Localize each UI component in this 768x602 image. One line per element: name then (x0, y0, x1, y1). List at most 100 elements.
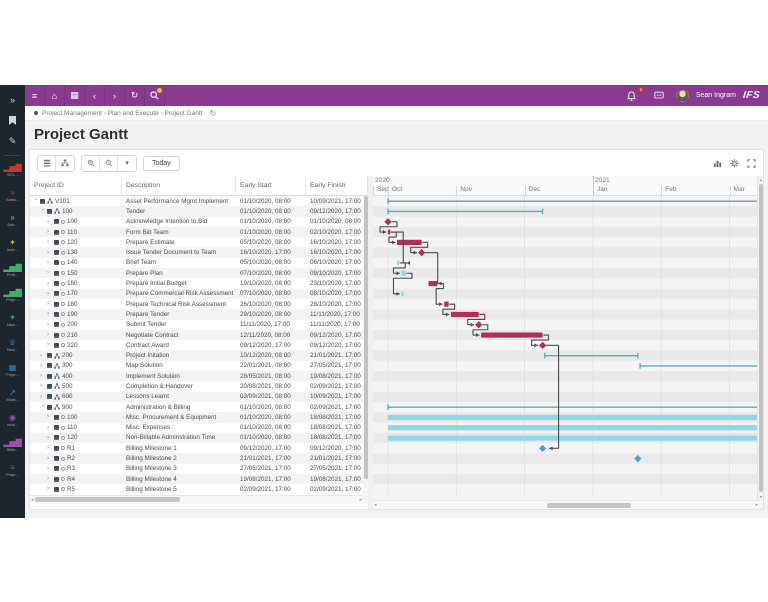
breadcrumb-home-icon[interactable] (34, 111, 38, 115)
breadcrumb-item[interactable]: Project Gantt (165, 110, 203, 117)
hierarchy-view-button[interactable] (56, 156, 74, 171)
table-row[interactable]: ›170Prepare Commercial Risk Assessment07… (30, 289, 368, 299)
column-header[interactable]: Early Start (236, 176, 306, 195)
table-row[interactable]: ›160Prepare Initial Budget19/10/2020, 08… (30, 278, 368, 288)
sidebar-item-lobby-sub[interactable]: »Sub... (3, 208, 21, 233)
table-row[interactable]: ›150Prepare Plan07/10/2020, 08:0009/10/2… (30, 268, 368, 278)
notifications-bell-icon[interactable]: 8 (622, 85, 642, 106)
table-row[interactable]: ›190Prepare Tender29/10/2020, 08:0011/11… (30, 309, 368, 319)
expand-chevron-icon[interactable]: › (47, 476, 52, 482)
expand-chevron-icon[interactable]: › (40, 394, 45, 400)
table-row[interactable]: ›R5Billing Milestone 502/09/2021, 17:000… (30, 484, 368, 494)
table-row[interactable]: ›100Misc. Procurement & Equipment01/10/2… (30, 412, 368, 422)
table-row[interactable]: ›220Contract Award09/12/2020, 17:0009/12… (30, 340, 368, 350)
task-bar[interactable] (451, 312, 479, 317)
task-bar[interactable] (388, 229, 390, 234)
expand-chevron-icon[interactable]: › (47, 291, 52, 297)
table-row[interactable]: ›140Brief Team05/10/2020, 08:0006/10/202… (30, 258, 368, 268)
task-bar[interactable] (444, 302, 448, 307)
expand-chevron-icon[interactable]: › (47, 486, 52, 492)
table-row[interactable]: ›R1Billing Milestone 109/12/2020, 17:000… (30, 443, 368, 453)
expand-chevron-icon[interactable]: › (47, 281, 52, 287)
expand-chevron-icon[interactable]: › (47, 342, 52, 348)
grid-horizontal-scrollbar[interactable]: ◂▸ (30, 495, 368, 504)
column-header[interactable]: Project ID (30, 176, 122, 195)
refresh-icon[interactable]: ↻ (125, 85, 145, 106)
user-avatar[interactable] (676, 89, 689, 102)
column-header[interactable]: Description (122, 176, 236, 195)
task-bar[interactable] (388, 425, 759, 430)
task-bar[interactable] (481, 332, 543, 337)
table-row[interactable]: ›130Issue Tender Document to Team16/10/2… (30, 247, 368, 257)
expand-chevron-icon[interactable]: › (47, 260, 52, 266)
table-row[interactable]: ›110Form Bid Team01/10/2020, 08:0002/10/… (30, 227, 368, 237)
table-row[interactable]: ›200Submit Tender11/11/2020, 17:0011/11/… (30, 320, 368, 330)
expand-chevron-icon[interactable]: › (47, 414, 52, 420)
expand-chevron-icon[interactable]: › (47, 425, 52, 431)
sidebar-item-lobby-billin[interactable]: ▂▅▇Billin... (3, 433, 21, 458)
app-grid-icon[interactable]: ▦ (65, 85, 85, 106)
expand-chevron-icon[interactable]: › (47, 239, 52, 245)
collapse-chevron-icon[interactable]: › (33, 199, 39, 204)
gantt-horizontal-scrollbar[interactable]: ◂▸ (373, 500, 759, 509)
hamburger-menu-icon[interactable]: ≡ (25, 85, 45, 106)
sidebar-item-lobby-sol[interactable]: ▂▅▇SOL... (3, 158, 21, 183)
sidebar-item-lobby-sales[interactable]: »Sales... (3, 183, 21, 208)
expand-chevron-icon[interactable]: › (47, 301, 52, 307)
expand-chevron-icon[interactable]: › (47, 250, 52, 256)
expand-chevron-icon[interactable]: › (40, 373, 45, 379)
settings-gear-icon[interactable] (730, 159, 739, 168)
sidebar-item-lobby-new2[interactable]: ♕New... (3, 333, 21, 358)
table-row[interactable]: ›600Lessons Learnt03/09/2021, 08:0010/09… (30, 392, 368, 402)
table-row[interactable]: ›100Tender01/10/2020, 08:0009/12/2020, 1… (30, 206, 368, 216)
expand-chevron-icon[interactable]: › (47, 322, 52, 328)
zoom-options-dropdown[interactable]: ▾ (118, 156, 136, 171)
expand-chevron-icon[interactable]: › (47, 435, 52, 441)
collapse-chevron-icon[interactable]: › (40, 209, 46, 214)
table-row[interactable]: ›400Implement Solution28/05/2021, 08:001… (30, 371, 368, 381)
zoom-out-button[interactable] (100, 156, 118, 171)
breadcrumb-item[interactable]: Plan and Execute (108, 110, 159, 117)
chat-icon[interactable] (649, 85, 669, 106)
sidebar-item-lobby-inde[interactable]: ✦Inde... (3, 233, 21, 258)
breadcrumb-item[interactable]: Project Management (42, 110, 102, 117)
table-row[interactable]: ›120Non-Billable Adminstration Time01/10… (30, 433, 368, 443)
sidebar-item-lobby-new1[interactable]: ✶New... (3, 308, 21, 333)
table-row[interactable]: ›R3Billing Milestone 327/05/2021, 17:002… (30, 464, 368, 474)
table-row[interactable]: ›V101Asset Performance Mgmt Implement01/… (30, 196, 368, 206)
bookmark-icon[interactable] (0, 110, 25, 131)
expand-chevron-icon[interactable]: › (40, 353, 45, 359)
table-row[interactable]: ›120Prepare Estimate05/10/2020, 08:0016/… (30, 237, 368, 247)
chart-options-icon[interactable] (713, 159, 722, 168)
expand-chevron-icon[interactable]: › (47, 445, 52, 451)
expand-chevron-icon[interactable]: › (47, 270, 52, 276)
user-name[interactable]: Sean Ingram (696, 92, 736, 99)
grid-vertical-scrollbar[interactable] (363, 196, 368, 500)
task-bar[interactable] (388, 435, 759, 440)
edit-icon[interactable]: ✎ (0, 131, 25, 152)
table-row[interactable]: ›R2Billing Milestone 221/01/2021, 17:002… (30, 453, 368, 463)
collapse-chevron-icon[interactable]: › (40, 405, 46, 410)
back-icon[interactable]: ‹ (85, 85, 105, 106)
gantt-vertical-scrollbar[interactable]: ▴ ▾ (757, 176, 763, 500)
task-bar[interactable] (397, 260, 399, 265)
table-row[interactable]: ›100Acknowledge Intention to Bid01/10/20… (30, 217, 368, 227)
table-row[interactable]: ›200Project Initation10/12/2020, 08:0021… (30, 350, 368, 360)
sidebar-item-lobby-profi[interactable]: ▂▅▇Profi... (3, 258, 21, 283)
table-row[interactable]: ›180Prepare Technical Risk Assessment26/… (30, 299, 368, 309)
sidebar-item-lobby-mont[interactable]: ↗Mont... (3, 383, 21, 408)
table-row[interactable]: ›300Map Solution22/01/2021, 08:0027/05/2… (30, 361, 368, 371)
expand-chevron-icon[interactable]: › (47, 332, 52, 338)
breadcrumb-refresh-icon[interactable]: ↻ (209, 109, 216, 118)
sidebar-item-lobby-invoi[interactable]: ◉Invoi... (3, 408, 21, 433)
expand-chevron-icon[interactable]: › (47, 311, 52, 317)
today-button[interactable]: Today (143, 156, 180, 171)
task-bar[interactable] (388, 415, 759, 420)
expand-chevron-icon[interactable]: › (40, 383, 45, 389)
task-bar[interactable] (428, 281, 437, 286)
task-bar[interactable] (401, 291, 403, 296)
table-row[interactable]: ›210Negotiate Contract12/11/2020, 08:000… (30, 330, 368, 340)
task-bar[interactable] (401, 271, 405, 276)
table-row[interactable]: ›110Misc. Expenses01/10/2020, 08:0018/08… (30, 423, 368, 433)
sidebar-item-lobby-proje1[interactable]: ▂▅▇Proje... (3, 283, 21, 308)
